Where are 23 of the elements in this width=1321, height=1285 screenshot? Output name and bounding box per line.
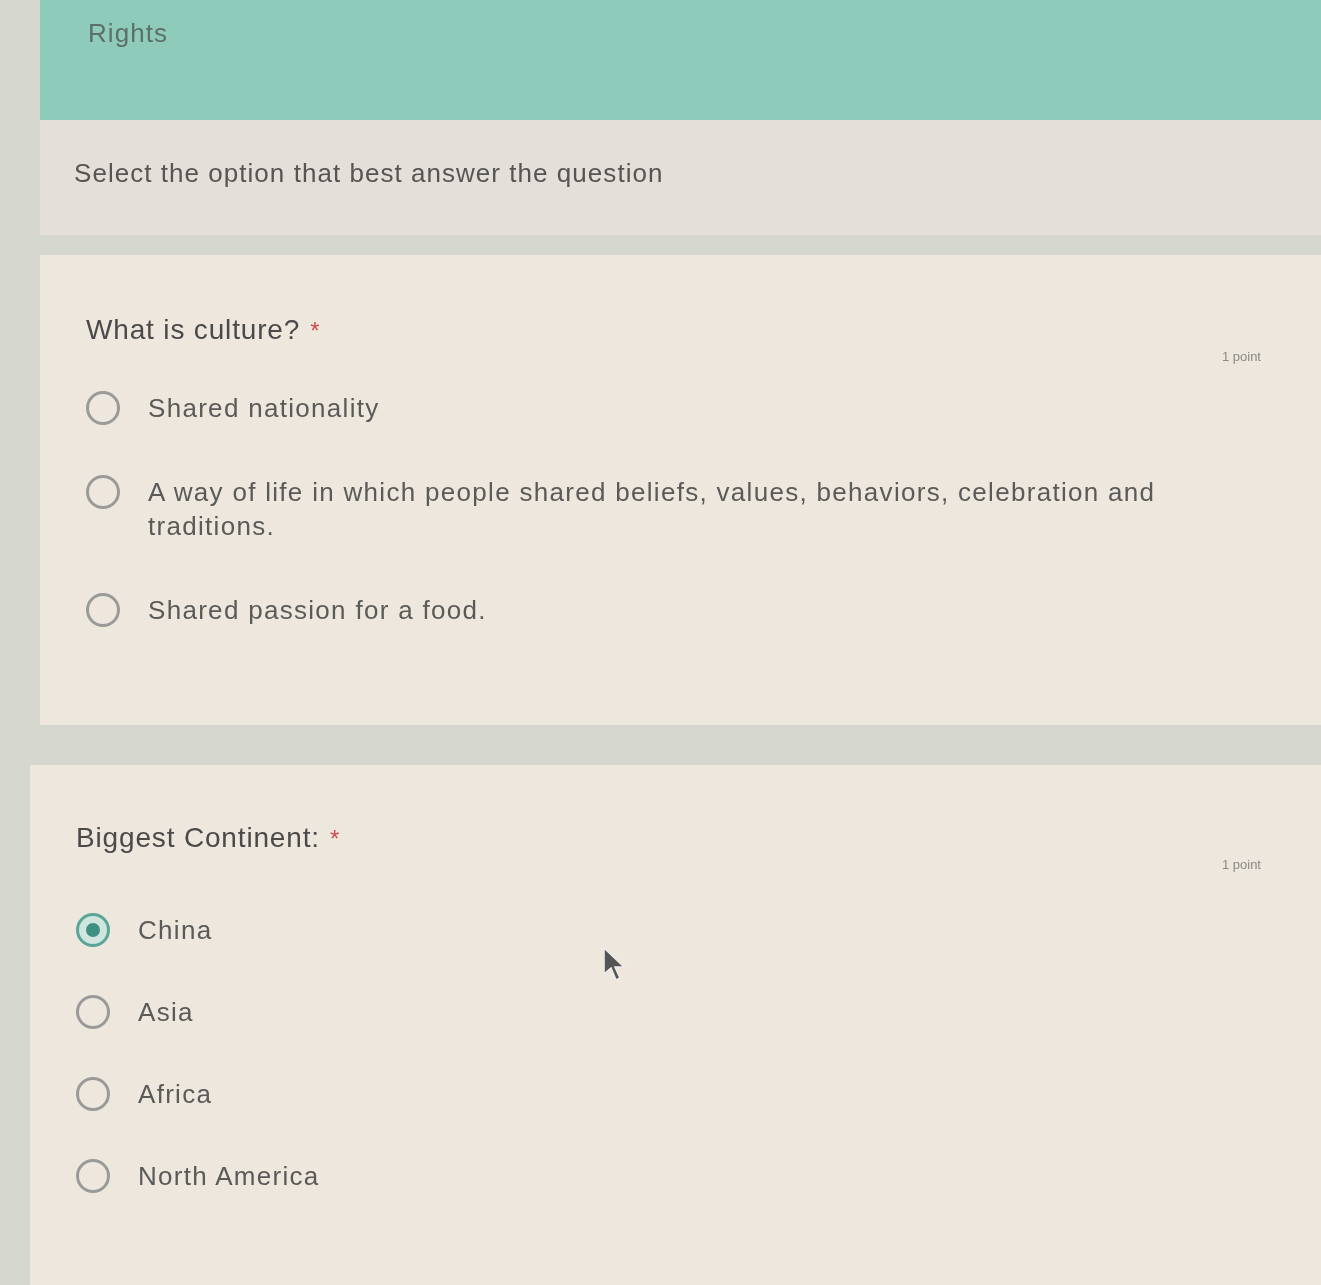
option-label: Shared passion for a food. (148, 593, 487, 627)
points-label: 1 point (1221, 348, 1261, 366)
question-title: Biggest Continent: (76, 821, 320, 855)
option-label: China (138, 913, 213, 947)
form-title: Rights (88, 17, 169, 50)
radio-button[interactable] (86, 390, 120, 425)
radio-button[interactable] (76, 1076, 110, 1111)
option-label: Africa (138, 1077, 213, 1111)
radio-button[interactable] (86, 592, 120, 627)
radio-button[interactable] (76, 912, 110, 947)
radio-button[interactable] (76, 1158, 110, 1193)
radio-button[interactable] (86, 474, 120, 509)
points-label: 1 point (1221, 856, 1261, 874)
required-asterisk: * (329, 824, 340, 854)
radio-button[interactable] (76, 994, 110, 1029)
required-asterisk: * (310, 316, 320, 346)
option-label: Shared nationality (148, 391, 380, 425)
option-label: A way of life in which people shared beliefs, values, behaviors, celebration and traditions. (148, 475, 1157, 543)
option-label: Asia (138, 995, 194, 1029)
question-title: What is culture? (86, 313, 301, 347)
option-label: North America (138, 1159, 320, 1193)
cursor-icon (604, 948, 628, 982)
form-description: Select the option that best answer the question (74, 157, 665, 190)
